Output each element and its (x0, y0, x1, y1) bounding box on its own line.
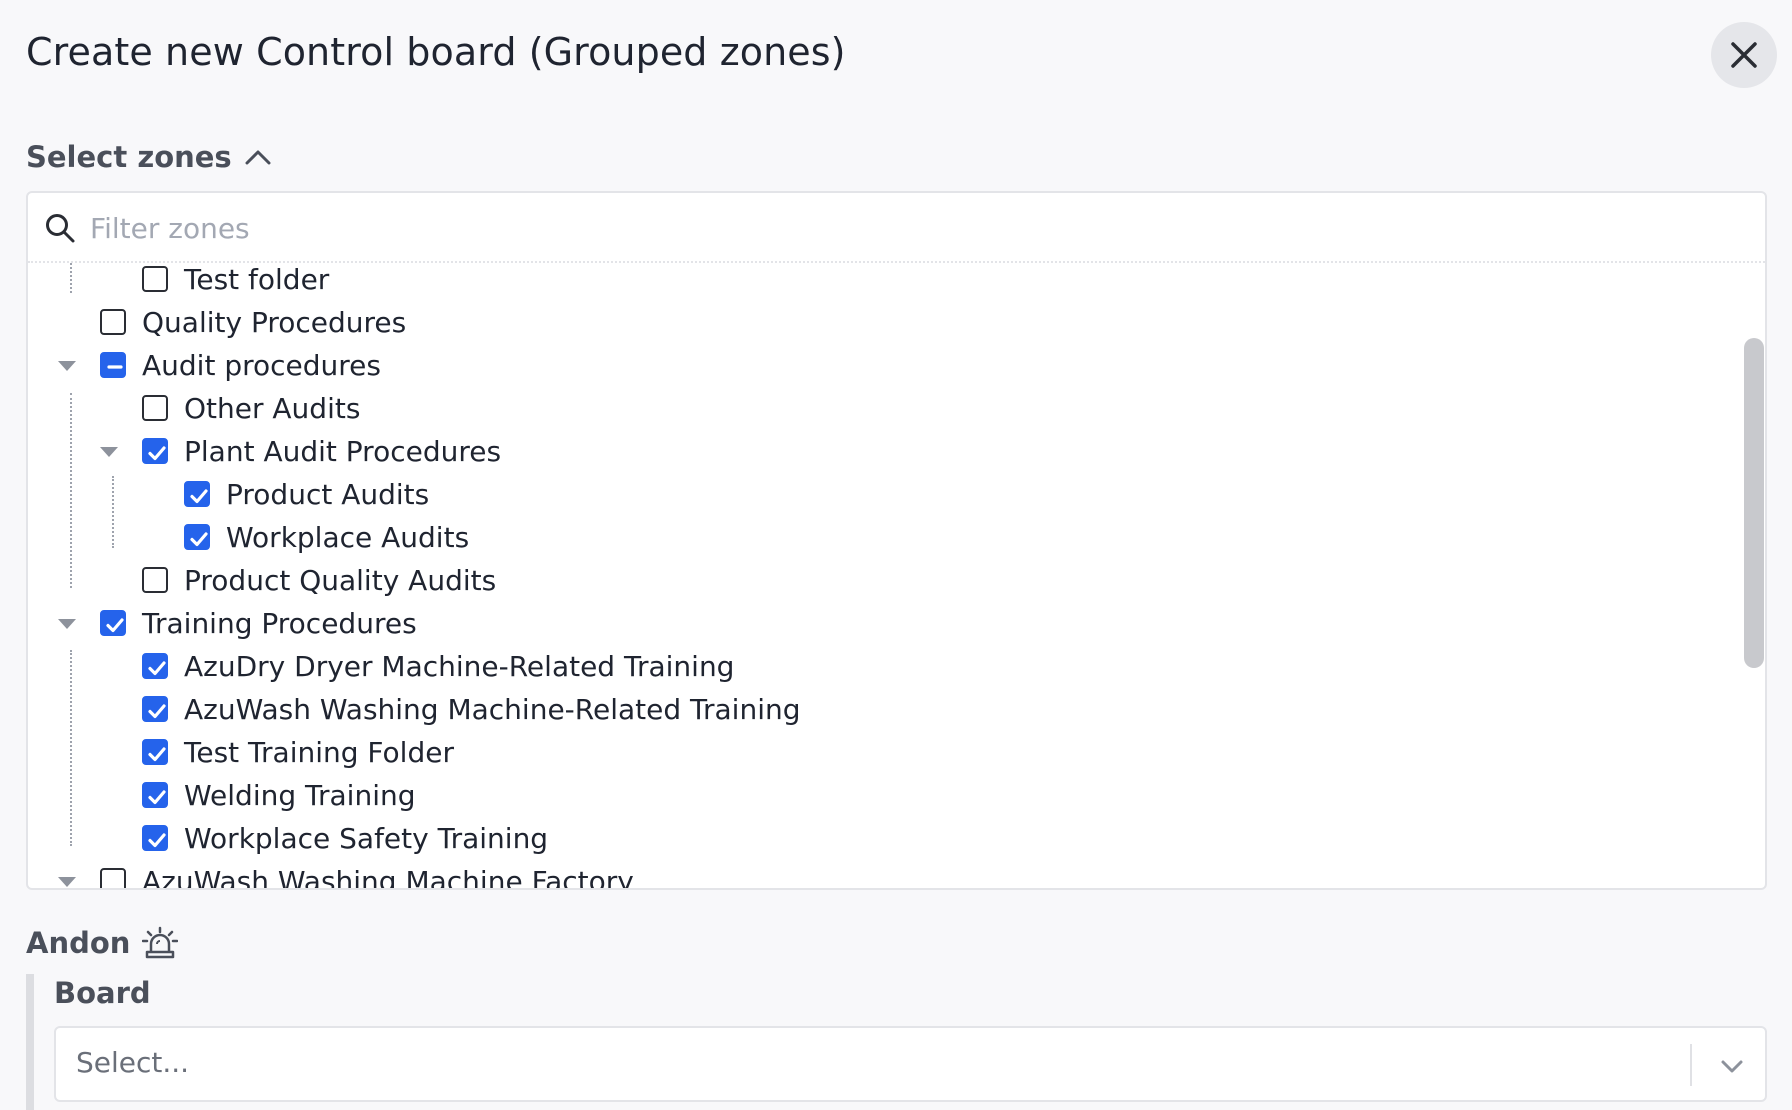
board-select-placeholder: Select... (76, 1046, 190, 1079)
tree-item-workplace-safety-training[interactable]: Workplace Safety Training (142, 818, 548, 858)
tree-item-other-audits[interactable]: Other Audits (142, 388, 360, 428)
tree-item-label: AzuDry Dryer Machine-Related Training (184, 649, 735, 683)
checkbox[interactable] (142, 782, 168, 808)
tree-item-label: Workplace Audits (226, 520, 470, 554)
tree-item-plant-audit-procedures[interactable]: Plant Audit Procedures (142, 431, 501, 471)
expand-caret-icon[interactable] (100, 447, 118, 457)
tree-item-label: Test Training Folder (184, 735, 454, 769)
tree-item-label: Product Quality Audits (184, 563, 497, 597)
tree-item-azuwash-washing-machine-related-training[interactable]: AzuWash Washing Machine-Related Training (142, 689, 801, 729)
tree-item-label: Other Audits (184, 391, 361, 425)
checkbox[interactable] (142, 825, 168, 851)
tree-item-product-quality-audits[interactable]: Product Quality Audits (142, 560, 496, 600)
expand-caret-icon[interactable] (58, 361, 76, 371)
search-icon (46, 214, 75, 243)
checkbox[interactable] (142, 266, 168, 292)
checkbox[interactable] (100, 309, 126, 335)
tree-item-label: AzuWash Washing Machine-Related Training (184, 692, 801, 726)
tree-item-test-folder[interactable]: Test folder (142, 263, 329, 299)
tree-item-label: Welding Training (184, 778, 416, 812)
board-label: Board (54, 976, 151, 1010)
zones-panel: Test folder Quality Procedures Audit proce… (26, 191, 1767, 890)
select-zones-toggle[interactable]: Select zones (26, 140, 272, 174)
tree-item-product-audits[interactable]: Product Audits (184, 474, 429, 514)
tree-item-label: Product Audits (226, 477, 430, 511)
tree-item-label: Test folder (184, 263, 330, 296)
tree-item-label: Training Procedures (142, 606, 417, 640)
tree-item-label: Plant Audit Procedures (184, 434, 502, 468)
checkbox[interactable] (142, 438, 168, 464)
expand-caret-icon[interactable] (58, 877, 76, 887)
tree-item-azudry-dryer-machine-related-training[interactable]: AzuDry Dryer Machine-Related Training (142, 646, 734, 686)
tree-item-label: Audit procedures (142, 348, 381, 382)
checkbox[interactable] (142, 653, 168, 679)
create-control-board-dialog: Create new Control board (Grouped zones)… (0, 0, 1792, 1110)
tree-item-label: Workplace Safety Training (184, 821, 549, 855)
tree-guide-line (70, 650, 72, 846)
checkbox[interactable] (184, 524, 210, 550)
tree-item-test-training-folder[interactable]: Test Training Folder (142, 732, 454, 772)
tree-scrollbar[interactable] (1744, 338, 1764, 668)
andon-section-bar (26, 974, 34, 1110)
andon-heading: Andon (26, 926, 179, 960)
zone-tree: Test folder Quality Procedures Audit proce… (28, 263, 1728, 890)
board-select[interactable]: Select... (54, 1026, 1767, 1102)
checkbox[interactable] (142, 696, 168, 722)
close-button[interactable] (1711, 22, 1777, 88)
tree-item-training-procedures[interactable]: Training Procedures (100, 603, 417, 643)
tree-item-audit-procedures[interactable]: Audit procedures (100, 345, 381, 385)
tree-item-welding-training[interactable]: Welding Training (142, 775, 416, 815)
checkbox[interactable] (142, 395, 168, 421)
tree-guide-line (70, 263, 72, 293)
tree-item-quality-procedures[interactable]: Quality Procedures (100, 302, 406, 342)
andon-label: Andon (26, 926, 131, 960)
dialog-title: Create new Control board (Grouped zones) (26, 30, 846, 74)
siren-alarm-icon (142, 926, 179, 959)
checkbox[interactable] (184, 481, 210, 507)
checkbox[interactable] (142, 739, 168, 765)
select-separator (1690, 1044, 1692, 1086)
indeterminate-checkbox[interactable] (100, 352, 126, 378)
chevron-down-icon[interactable] (1716, 1050, 1748, 1082)
checkbox[interactable] (100, 610, 126, 636)
chevron-up-icon (245, 150, 271, 165)
tree-item-label: AzuWash Washing Machine Factory (142, 864, 634, 890)
filter-zones-input[interactable] (90, 205, 1690, 251)
select-zones-label: Select zones (26, 140, 232, 174)
close-icon (1731, 42, 1757, 68)
tree-guide-line (70, 393, 72, 588)
tree-guide-line (112, 476, 114, 548)
tree-item-azuwash-washing-machine-factory[interactable]: AzuWash Washing Machine Factory (100, 861, 634, 890)
filter-row (28, 193, 1765, 263)
tree-item-workplace-audits[interactable]: Workplace Audits (184, 517, 469, 557)
tree-item-label: Quality Procedures (142, 305, 407, 339)
checkbox[interactable] (100, 868, 126, 888)
expand-caret-icon[interactable] (58, 619, 76, 629)
checkbox[interactable] (142, 567, 168, 593)
